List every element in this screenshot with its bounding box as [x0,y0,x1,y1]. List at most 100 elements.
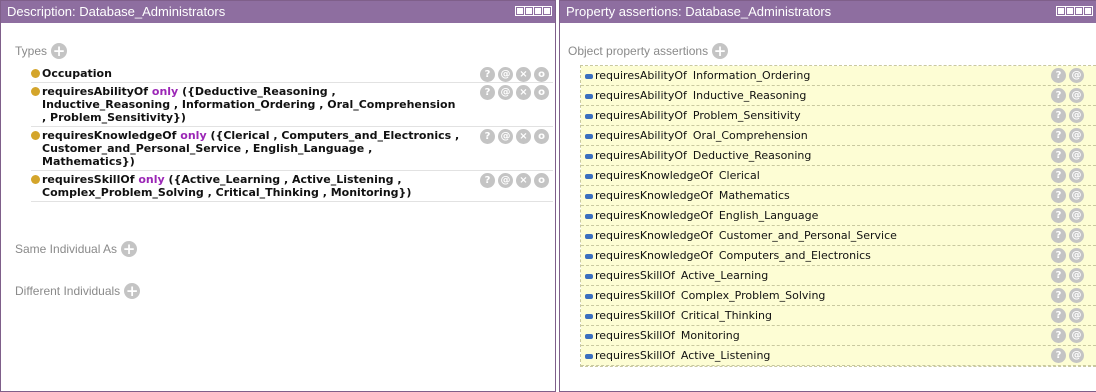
help-icon[interactable]: ? [1051,248,1066,263]
assertion-row[interactable]: requiresKnowledgeOf Customer_and_Personal… [581,226,1096,246]
assertion-value: Inductive_Reasoning [692,89,807,102]
annotate-icon[interactable]: @ [1069,168,1084,183]
help-icon[interactable]: ? [1051,308,1066,323]
assertion-row[interactable]: requiresAbilityOf Inductive_Reasoning? @ [581,86,1096,106]
annotate-icon[interactable]: @ [1069,148,1084,163]
delete-icon[interactable]: × [516,67,531,82]
assertion-value: English_Language [718,209,819,222]
type-row[interactable]: Occupation? @ × o [31,65,553,83]
annotate-icon[interactable]: @ [498,85,513,100]
assertion-row[interactable]: requiresSkillOf Active_Listening? @ [581,346,1096,366]
annotate-icon[interactable]: @ [1069,188,1084,203]
help-icon[interactable]: ? [1051,108,1066,123]
annotate-icon[interactable]: @ [498,173,513,188]
delete-icon[interactable]: × [516,173,531,188]
annotate-icon[interactable]: @ [1069,228,1084,243]
help-icon[interactable]: ? [480,85,495,100]
help-icon[interactable]: ? [1051,288,1066,303]
assertion-row[interactable]: requiresSkillOf Monitoring? @ [581,326,1096,346]
help-icon[interactable]: ? [1051,68,1066,83]
object-assertions-list: requiresAbilityOf Information_Ordering? @ r… [580,65,1096,367]
delete-icon[interactable]: × [516,85,531,100]
help-icon[interactable]: ? [1051,88,1066,103]
object-property-icon [585,133,593,139]
assertion-row[interactable]: requiresAbilityOf Information_Ordering? @ [581,66,1096,86]
assertion-row[interactable]: requiresAbilityOf Oral_Comprehension? @ [581,126,1096,146]
maximize-icon[interactable] [533,6,543,16]
type-expression: Occupation [42,67,462,80]
minimize-icon[interactable] [524,6,534,16]
assertion-value: Problem_Sensitivity [692,109,801,122]
close-view-icon[interactable] [542,6,552,16]
pin-icon[interactable] [1056,6,1066,16]
edit-icon[interactable]: o [534,173,549,188]
annotate-icon[interactable]: @ [1069,248,1084,263]
assertion-row[interactable]: requiresKnowledgeOf Mathematics? @ [581,186,1096,206]
edit-icon[interactable]: o [534,67,549,82]
annotate-icon[interactable]: @ [498,67,513,82]
assertion-row[interactable]: requiresSkillOf Complex_Problem_Solving? @ [581,286,1096,306]
help-icon[interactable]: ? [1051,208,1066,223]
delete-icon[interactable]: × [516,129,531,144]
annotate-icon[interactable]: @ [1069,348,1084,363]
annotate-icon[interactable]: @ [1069,88,1084,103]
assertion-row[interactable]: requiresKnowledgeOf Clerical? @ [581,166,1096,186]
add-same-individual-icon[interactable]: + [121,241,138,257]
help-icon[interactable]: ? [480,67,495,82]
assertion-row[interactable]: requiresSkillOf Critical_Thinking? @ [581,306,1096,326]
assertion-row[interactable]: requiresAbilityOf Problem_Sensitivity? @ [581,106,1096,126]
help-icon[interactable]: ? [480,129,495,144]
annotate-icon[interactable]: @ [1069,328,1084,343]
object-property-icon [585,73,593,79]
assertion-row[interactable]: requiresKnowledgeOf Computers_and_Electro… [581,246,1096,266]
row-actions: ? @ [1051,68,1084,83]
help-icon[interactable]: ? [480,173,495,188]
annotate-icon[interactable]: @ [1069,288,1084,303]
help-icon[interactable]: ? [1051,268,1066,283]
annotate-icon[interactable]: @ [1069,128,1084,143]
type-row[interactable]: requiresSkillOf only ({Active_Learning ,… [31,171,553,202]
assertion-row[interactable]: requiresAbilityOf Deductive_Reasoning? @ [581,146,1096,166]
assertion-property: requiresKnowledgeOf [595,229,713,242]
type-row[interactable]: requiresKnowledgeOf only ({Clerical , Co… [31,127,553,171]
add-type-icon[interactable]: + [51,43,68,59]
object-property-icon [585,193,593,199]
object-property-icon [585,93,593,99]
help-icon[interactable]: ? [1051,128,1066,143]
edit-icon[interactable]: o [534,85,549,100]
annotate-icon[interactable]: @ [1069,268,1084,283]
add-object-assertion-icon[interactable]: + [712,43,729,59]
assertion-value: Mathematics [718,189,790,202]
assertion-row[interactable]: requiresSkillOf Active_Learning? @ [581,266,1096,286]
pin-icon[interactable] [515,6,525,16]
annotate-icon[interactable]: @ [1069,68,1084,83]
help-icon[interactable]: ? [1051,348,1066,363]
annotate-icon[interactable]: @ [1069,108,1084,123]
object-property-icon [585,313,593,319]
description-titlebar[interactable]: Description: Database_Administrators [1,1,555,23]
assertion-property: requiresSkillOf [595,289,675,302]
add-different-individual-icon[interactable]: + [124,283,141,299]
help-icon[interactable]: ? [1051,188,1066,203]
close-view-icon[interactable] [1083,6,1093,16]
row-actions: ? @ [1051,328,1084,343]
maximize-icon[interactable] [1074,6,1084,16]
annotate-icon[interactable]: @ [1069,308,1084,323]
edit-icon[interactable]: o [534,129,549,144]
property-assertions-titlebar[interactable]: Property assertions: Database_Administra… [560,1,1096,23]
row-actions: ? @ [1051,268,1084,283]
help-icon[interactable]: ? [1051,168,1066,183]
minimize-icon[interactable] [1065,6,1075,16]
annotate-icon[interactable]: @ [1069,208,1084,223]
assertion-value: Clerical [718,169,760,182]
assertion-property: requiresAbilityOf [595,149,687,162]
help-icon[interactable]: ? [1051,228,1066,243]
help-icon[interactable]: ? [1051,148,1066,163]
type-expression: requiresSkillOf only ({Active_Learning ,… [42,173,462,199]
assertion-row[interactable]: requiresKnowledgeOf English_Language? @ [581,206,1096,226]
annotate-icon[interactable]: @ [498,129,513,144]
type-row[interactable]: requiresAbilityOf only ({Deductive_Reaso… [31,83,553,127]
row-actions: ? @ × o [480,173,549,188]
assertion-property: requiresSkillOf [595,309,675,322]
help-icon[interactable]: ? [1051,328,1066,343]
